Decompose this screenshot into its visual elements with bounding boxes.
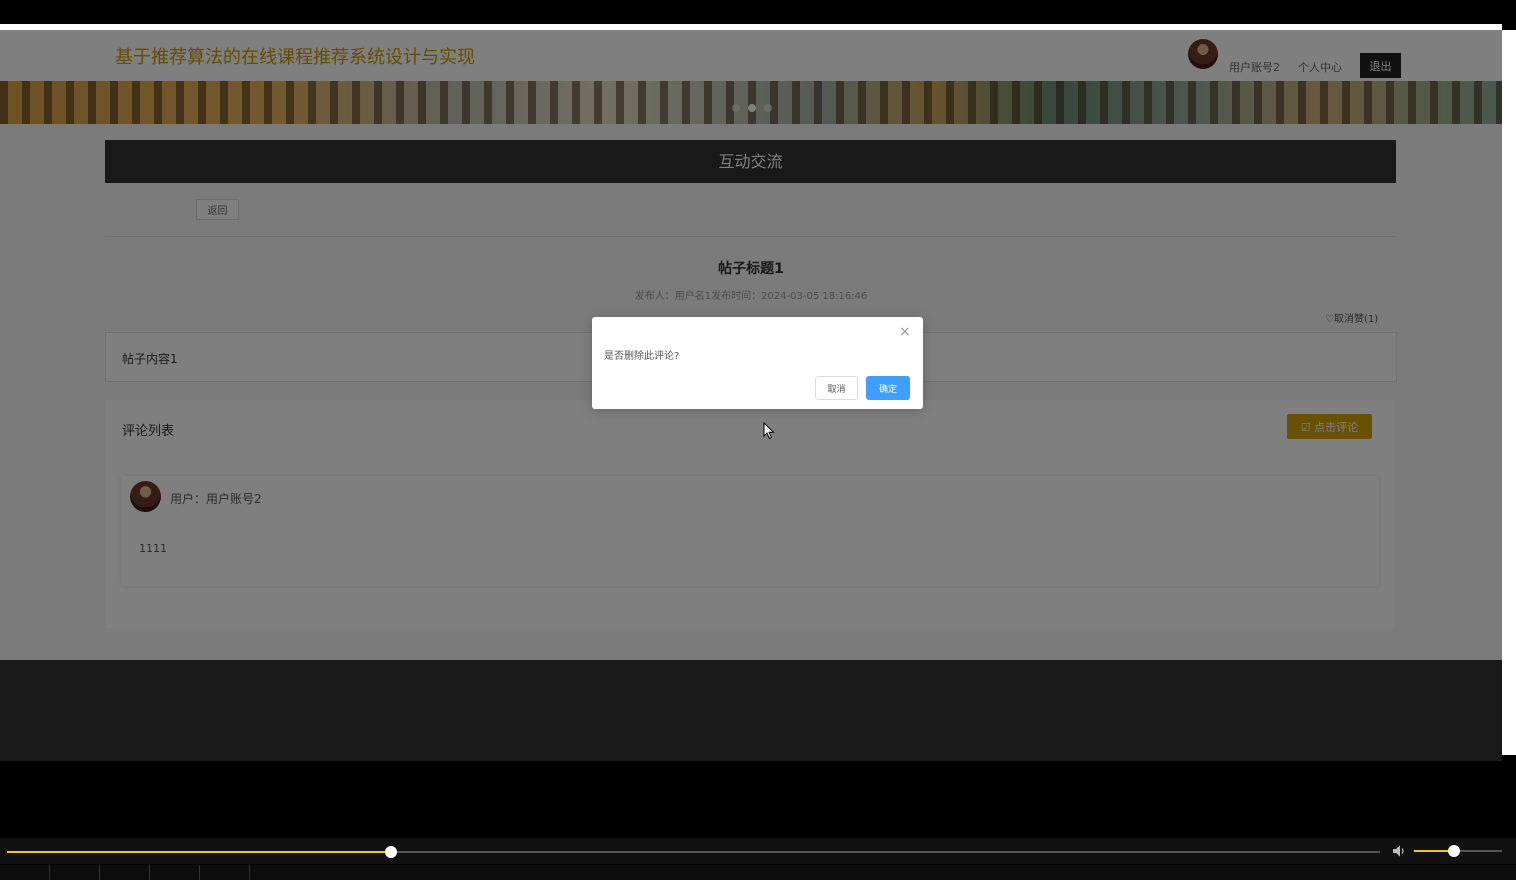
confirm-delete-dialog: × 是否删除此评论? 取消 确定 <box>592 317 923 409</box>
close-icon[interactable]: × <box>899 325 911 339</box>
seek-progress <box>7 851 392 853</box>
seek-bar[interactable] <box>7 846 1380 858</box>
volume-slider[interactable] <box>1414 845 1502 857</box>
dialog-message: 是否删除此评论? <box>604 351 680 362</box>
taskbar-slot[interactable] <box>0 865 50 880</box>
taskbar-slot[interactable] <box>50 865 100 880</box>
cancel-button[interactable]: 取消 <box>815 376 858 400</box>
taskbar-slot[interactable] <box>100 865 150 880</box>
volume-icon[interactable] <box>1392 844 1408 858</box>
volume-handle[interactable] <box>1447 845 1460 857</box>
scrollbar[interactable] <box>1502 30 1516 755</box>
taskbar-strip <box>0 865 1516 880</box>
taskbar-slot[interactable] <box>150 865 200 880</box>
taskbar-slot[interactable] <box>200 865 250 880</box>
confirm-button[interactable]: 确定 <box>866 376 910 400</box>
mouse-cursor-icon <box>763 422 775 440</box>
